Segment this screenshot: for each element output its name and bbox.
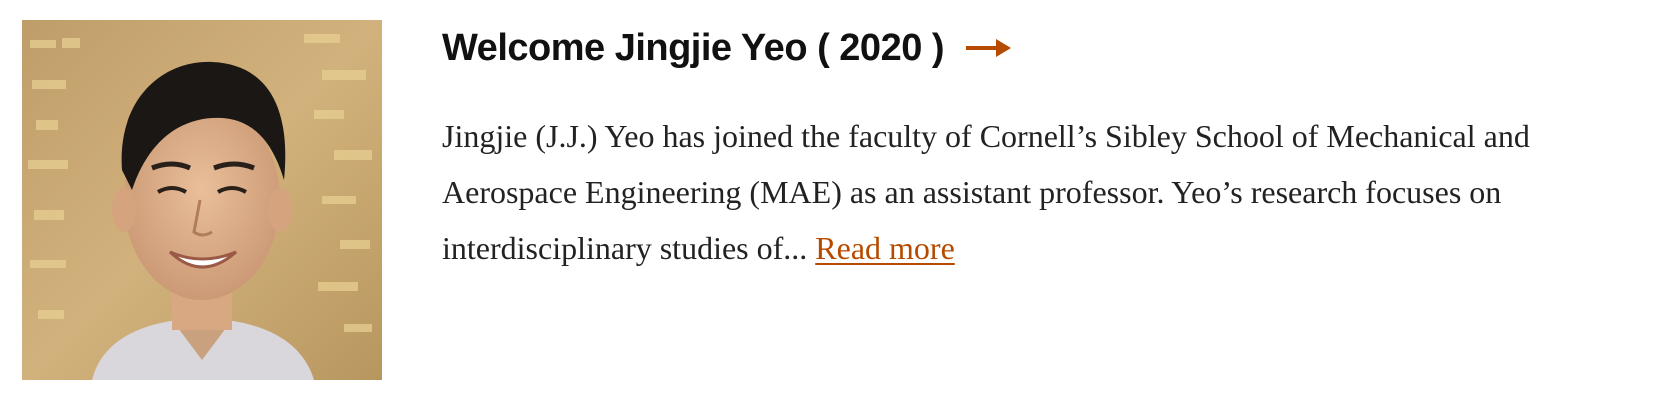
excerpt-line-3: interdisciplinary studies of... (442, 230, 808, 266)
excerpt-line-2: Aerospace Engineering (MAE) as an assist… (442, 174, 1502, 210)
article-title-link[interactable]: Welcome Jingjie Yeo ( 2020 ) (442, 27, 945, 70)
news-card: Welcome Jingjie Yeo ( 2020 ) Jingjie (J.… (0, 0, 1668, 402)
right-arrow-icon[interactable] (966, 38, 1012, 58)
person-photo-illustration (22, 20, 382, 380)
portrait-photo[interactable] (22, 20, 382, 380)
title-row: Welcome Jingjie Yeo ( 2020 ) (442, 22, 1668, 74)
article-excerpt: Jingjie (J.J.) Yeo has joined the facult… (442, 108, 1668, 276)
excerpt-line-1: Jingjie (J.J.) Yeo has joined the facult… (442, 118, 1530, 154)
article-content: Welcome Jingjie Yeo ( 2020 ) Jingjie (J.… (442, 22, 1668, 276)
read-more-link[interactable]: Read more (815, 230, 955, 266)
